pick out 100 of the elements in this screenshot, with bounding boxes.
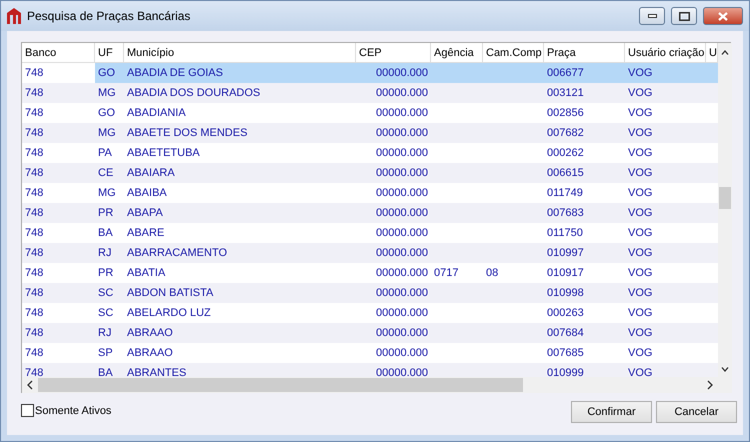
column-header[interactable]: Município	[124, 43, 356, 62]
table-cell-text: ABAIARA	[126, 166, 176, 181]
vertical-scrollbar[interactable]	[718, 43, 732, 377]
table-cell-text: 748	[24, 226, 44, 241]
table-cell-text: 011749	[546, 186, 584, 201]
table-cell-text: BA	[97, 226, 114, 241]
table-cell-text: VOG	[627, 326, 654, 341]
table-cell-text: VOG	[627, 266, 654, 281]
maximize-button[interactable]	[671, 7, 697, 25]
table-cell-text: VOG	[627, 186, 654, 201]
column-header[interactable]: UF	[95, 43, 124, 62]
table-cell-text: 002856	[546, 106, 585, 121]
table-cell-text: VOG	[627, 146, 654, 161]
table-cell-text: ABADIA DOS DOURADOS	[126, 86, 262, 101]
table-cell-text: ABATIA	[126, 266, 166, 281]
table-cell-text: GO	[97, 66, 116, 81]
table-cell-text: 00000.000	[375, 286, 429, 301]
column-header[interactable]: Usuário criação	[625, 43, 706, 62]
minimize-button[interactable]	[639, 7, 665, 25]
table-row[interactable]: 748 BA ABRANTES 00000.000 010999 VOG	[22, 363, 718, 377]
table-cell-text: 748	[24, 206, 44, 221]
close-button[interactable]	[703, 7, 743, 25]
column-header[interactable]: Cam.Comp	[483, 43, 544, 62]
table-cell-text: 748	[24, 366, 44, 377]
table-cell-text: 00000.000	[375, 266, 429, 281]
table-cell-text: 748	[24, 86, 44, 101]
table-row[interactable]: 748 MG ABAETE DOS MENDES 00000.000 007682 VOG	[22, 123, 718, 143]
table-row[interactable]: 748 GO ABADIA DE GOIAS 00000.000 006677 VOG	[22, 63, 718, 83]
table-cell-text: BA	[97, 366, 114, 377]
table-cell-text: 000262	[546, 146, 585, 161]
horizontal-scrollbar[interactable]	[22, 377, 732, 393]
table-cell-text: VOG	[627, 126, 654, 141]
table-cell-text: VOG	[627, 346, 654, 361]
table-cell-text: MG	[97, 186, 117, 201]
column-header[interactable]: Agência	[431, 43, 483, 62]
table-cell-text: 748	[24, 186, 44, 201]
table-cell-text: MG	[97, 86, 117, 101]
table-cell-text: GO	[97, 106, 116, 121]
scroll-thumb[interactable]	[38, 378, 523, 392]
table-cell-text: ABRAAO	[126, 326, 174, 341]
window-title: Pesquisa de Praças Bancárias	[27, 9, 192, 23]
table-row[interactable]: 748 SC ABDON BATISTA 00000.000 010998 VOG	[22, 283, 718, 303]
table-cell-text: 007683	[546, 206, 585, 221]
scroll-thumb[interactable]	[719, 187, 731, 209]
table-cell-text: 748	[24, 346, 44, 361]
scroll-up-icon[interactable]	[721, 50, 729, 55]
table-row[interactable]: 748 RJ ABRAAO 00000.000 007684 VOG	[22, 323, 718, 343]
column-header[interactable]: Banco	[22, 43, 95, 62]
table-cell-text: 006615	[546, 166, 585, 181]
table-cell-text: ABRAAO	[126, 346, 174, 361]
table-cell-text: 010998	[546, 286, 585, 301]
confirm-button[interactable]: Confirmar	[571, 401, 652, 423]
table-cell-text: ABADIANIA	[126, 106, 187, 121]
scroll-right-icon[interactable]	[707, 380, 713, 390]
table-row[interactable]: 748 CE ABAIARA 00000.000 006615 VOG	[22, 163, 718, 183]
table-cell-text: VOG	[627, 86, 654, 101]
table-cell-text: RJ	[97, 246, 112, 261]
table-cell-text: 0717	[433, 266, 460, 281]
table-cell-text: 748	[24, 246, 44, 261]
table-cell-text: 00000.000	[375, 246, 429, 261]
table-cell-text: 00000.000	[375, 346, 429, 361]
table-cell-text: 748	[24, 326, 44, 341]
minimize-icon	[648, 14, 656, 18]
table-cell-text: 010917	[546, 266, 585, 281]
cancel-button[interactable]: Cancelar	[656, 401, 737, 423]
scroll-left-icon[interactable]	[27, 380, 33, 390]
table-cell-text: PR	[97, 206, 114, 221]
table-cell-text: ABAETETUBA	[126, 146, 201, 161]
table-cell-text: VOG	[627, 366, 654, 377]
table-cell-text: 007684	[546, 326, 585, 341]
table-cell-text: 010997	[546, 246, 585, 261]
table-cell-text: VOG	[627, 306, 654, 321]
table-cell-text: ABRANTES	[126, 366, 188, 377]
table-cell-text: 748	[24, 146, 44, 161]
table-cell-text: 007685	[546, 346, 585, 361]
table-cell-text: 006677	[546, 66, 585, 81]
table-cell-text: PA	[97, 146, 113, 161]
table-row[interactable]: 748 RJ ABARRACAMENTO 00000.000 010997 VOG	[22, 243, 718, 263]
checkbox[interactable]	[21, 404, 34, 417]
table-cell-text: 011750	[546, 226, 584, 241]
table-cell-text: 08	[485, 266, 500, 281]
table-cell-text: ABARE	[126, 226, 166, 241]
table-cell-text: ABDON BATISTA	[126, 286, 214, 301]
column-header[interactable]: Praça	[544, 43, 625, 62]
table-row[interactable]: 748 PR ABAPA 00000.000 007683 VOG	[22, 203, 718, 223]
column-header[interactable]: CEP	[356, 43, 431, 62]
table-cell-text: ABAETE DOS MENDES	[126, 126, 248, 141]
table-cell-text: 00000.000	[375, 186, 429, 201]
table-cell-text: VOG	[627, 246, 654, 261]
table-cell-text: 00000.000	[375, 146, 429, 161]
table-cell-text: 00000.000	[375, 366, 429, 377]
table-row[interactable]: 748 MG ABADIA DOS DOURADOS 00000.000 003121 VOG	[22, 83, 718, 103]
app-logo-icon	[7, 8, 21, 24]
table-cell-text: 00000.000	[375, 206, 429, 221]
table-cell-text: ABAPA	[126, 206, 164, 221]
scroll-down-icon[interactable]	[721, 367, 729, 372]
table-cell-text: 00000.000	[375, 226, 429, 241]
table-cell-text: 00000.000	[375, 86, 429, 101]
table-cell-text: SC	[97, 286, 114, 301]
table-cell-text: 00000.000	[375, 326, 429, 341]
